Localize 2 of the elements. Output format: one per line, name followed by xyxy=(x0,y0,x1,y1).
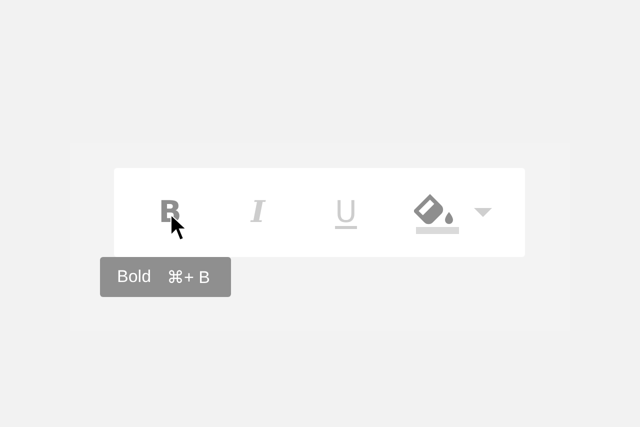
shortcut-text: ⌘+ B xyxy=(167,266,210,288)
tooltip-label: Bold xyxy=(117,267,152,287)
